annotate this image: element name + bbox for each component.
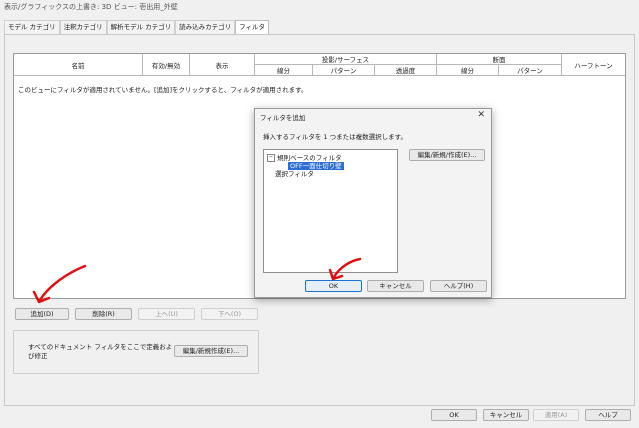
col-header-cut-lines[interactable]: 線分 (437, 65, 499, 76)
add-filter-button[interactable]: 追加(D) (15, 308, 69, 320)
col-header-enabled[interactable]: 有効/無効 (143, 54, 190, 76)
tab-analytical-model-categories[interactable]: 解析モデル カテゴリ (106, 20, 176, 34)
col-header-proj-pattern[interactable]: パターン (313, 65, 375, 76)
col-header-proj-transparency[interactable]: 透過度 (375, 65, 437, 76)
edit-new-filters-button[interactable]: 編集/新規作成(E)... (174, 345, 248, 357)
move-down-button[interactable]: 下へ(O) (201, 308, 258, 320)
dialog-cancel-button[interactable]: キャンセル (367, 280, 424, 292)
col-header-visible[interactable]: 表示 (190, 54, 255, 76)
delete-filter-button[interactable]: 削除(R) (75, 308, 132, 320)
apply-button[interactable]: 適用(A) (533, 409, 579, 421)
document-filters-group: すべてのドキュメント フィルタをここで定義および修正 編集/新規作成(E)... (13, 330, 259, 374)
add-filter-dialog: フィルタを追加 ✕ 挿入するフィルタを 1 つまたは複数選択します。 − 規則ベ… (254, 108, 492, 298)
col-header-proj-lines[interactable]: 線分 (255, 65, 313, 76)
tree-group-selection-label: 選択フィルタ (275, 170, 314, 178)
col-group-cut: 断面 (437, 54, 562, 65)
col-header-halftone[interactable]: ハーフトーン (562, 54, 625, 76)
filter-tree[interactable]: − 規則ベースのフィルタ OFF一面仕切り壁 選択フィルタ (263, 149, 398, 273)
document-filters-description: すべてのドキュメント フィルタをここで定義および修正 (28, 343, 173, 360)
tree-group-selection[interactable]: 選択フィルタ (275, 168, 314, 178)
tab-imported-categories[interactable]: 読み込みカテゴリ (175, 20, 236, 34)
col-header-cut-pattern[interactable]: パターン (499, 65, 562, 76)
tab-model-categories[interactable]: モデル カテゴリ (4, 20, 60, 34)
dialog-help-button[interactable]: ヘルプ(H) (430, 280, 487, 292)
tab-bar: モデル カテゴリ 注釈カテゴリ 解析モデル カテゴリ 読み込みカテゴリ フィルタ (4, 20, 270, 35)
tab-filters[interactable]: フィルタ (235, 20, 270, 35)
col-group-projection: 投影/サーフェス (255, 54, 437, 65)
empty-table-message: このビューにフィルタが適用されていません。[追加]をクリックすると、フィルタが適… (18, 86, 308, 94)
help-button[interactable]: ヘルプ (585, 409, 631, 421)
col-header-name[interactable]: 名前 (14, 54, 143, 76)
dialog-edit-new-button[interactable]: 編集/新規/作成(E)... (409, 149, 485, 161)
ok-button[interactable]: OK (431, 409, 477, 421)
dialog-ok-button[interactable]: OK (305, 280, 362, 292)
cancel-button[interactable]: キャンセル (483, 409, 529, 421)
tab-annotation-categories[interactable]: 注釈カテゴリ (59, 20, 107, 34)
dialog-instruction: 挿入するフィルタを 1 つまたは複数選択します。 (263, 133, 407, 141)
window-title: 表示/グラフィックスの上書き: 3D ビュー: 壱出用_外壁 (4, 3, 178, 11)
collapse-icon[interactable]: − (267, 154, 275, 162)
close-icon[interactable]: ✕ (477, 110, 485, 120)
dialog-title: フィルタを追加 (260, 114, 306, 122)
move-up-button[interactable]: 上へ(U) (138, 308, 195, 320)
